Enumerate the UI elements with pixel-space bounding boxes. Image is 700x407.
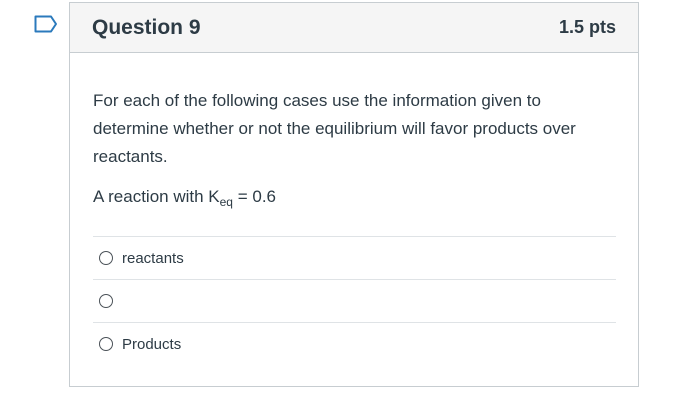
reaction-subscript: eq bbox=[219, 195, 233, 209]
answer-option-products[interactable]: Products bbox=[93, 322, 616, 365]
radio-button[interactable] bbox=[99, 337, 113, 351]
question-card: Question 9 1.5 pts For each of the follo… bbox=[69, 2, 639, 387]
answer-option-blank[interactable] bbox=[93, 279, 616, 322]
radio-button[interactable] bbox=[99, 251, 113, 265]
question-title: Question 9 bbox=[92, 15, 201, 39]
answer-list: reactants Products bbox=[93, 236, 616, 365]
question-prompt: For each of the following cases use the … bbox=[93, 91, 576, 166]
reaction-suffix: = 0.6 bbox=[232, 187, 276, 206]
radio-button[interactable] bbox=[99, 294, 113, 308]
reaction-prefix: A reaction with K bbox=[93, 187, 220, 206]
reaction-statement: A reaction with Keq = 0.6 bbox=[93, 183, 616, 216]
answer-option-reactants[interactable]: reactants bbox=[93, 236, 616, 279]
answer-label: Products bbox=[122, 335, 182, 353]
question-header: Question 9 1.5 pts bbox=[70, 3, 638, 53]
question-points: 1.5 pts bbox=[558, 17, 616, 37]
answer-label: reactants bbox=[122, 249, 184, 267]
bookmark-flag-icon[interactable] bbox=[34, 15, 58, 33]
question-body: For each of the following cases use the … bbox=[70, 53, 638, 365]
